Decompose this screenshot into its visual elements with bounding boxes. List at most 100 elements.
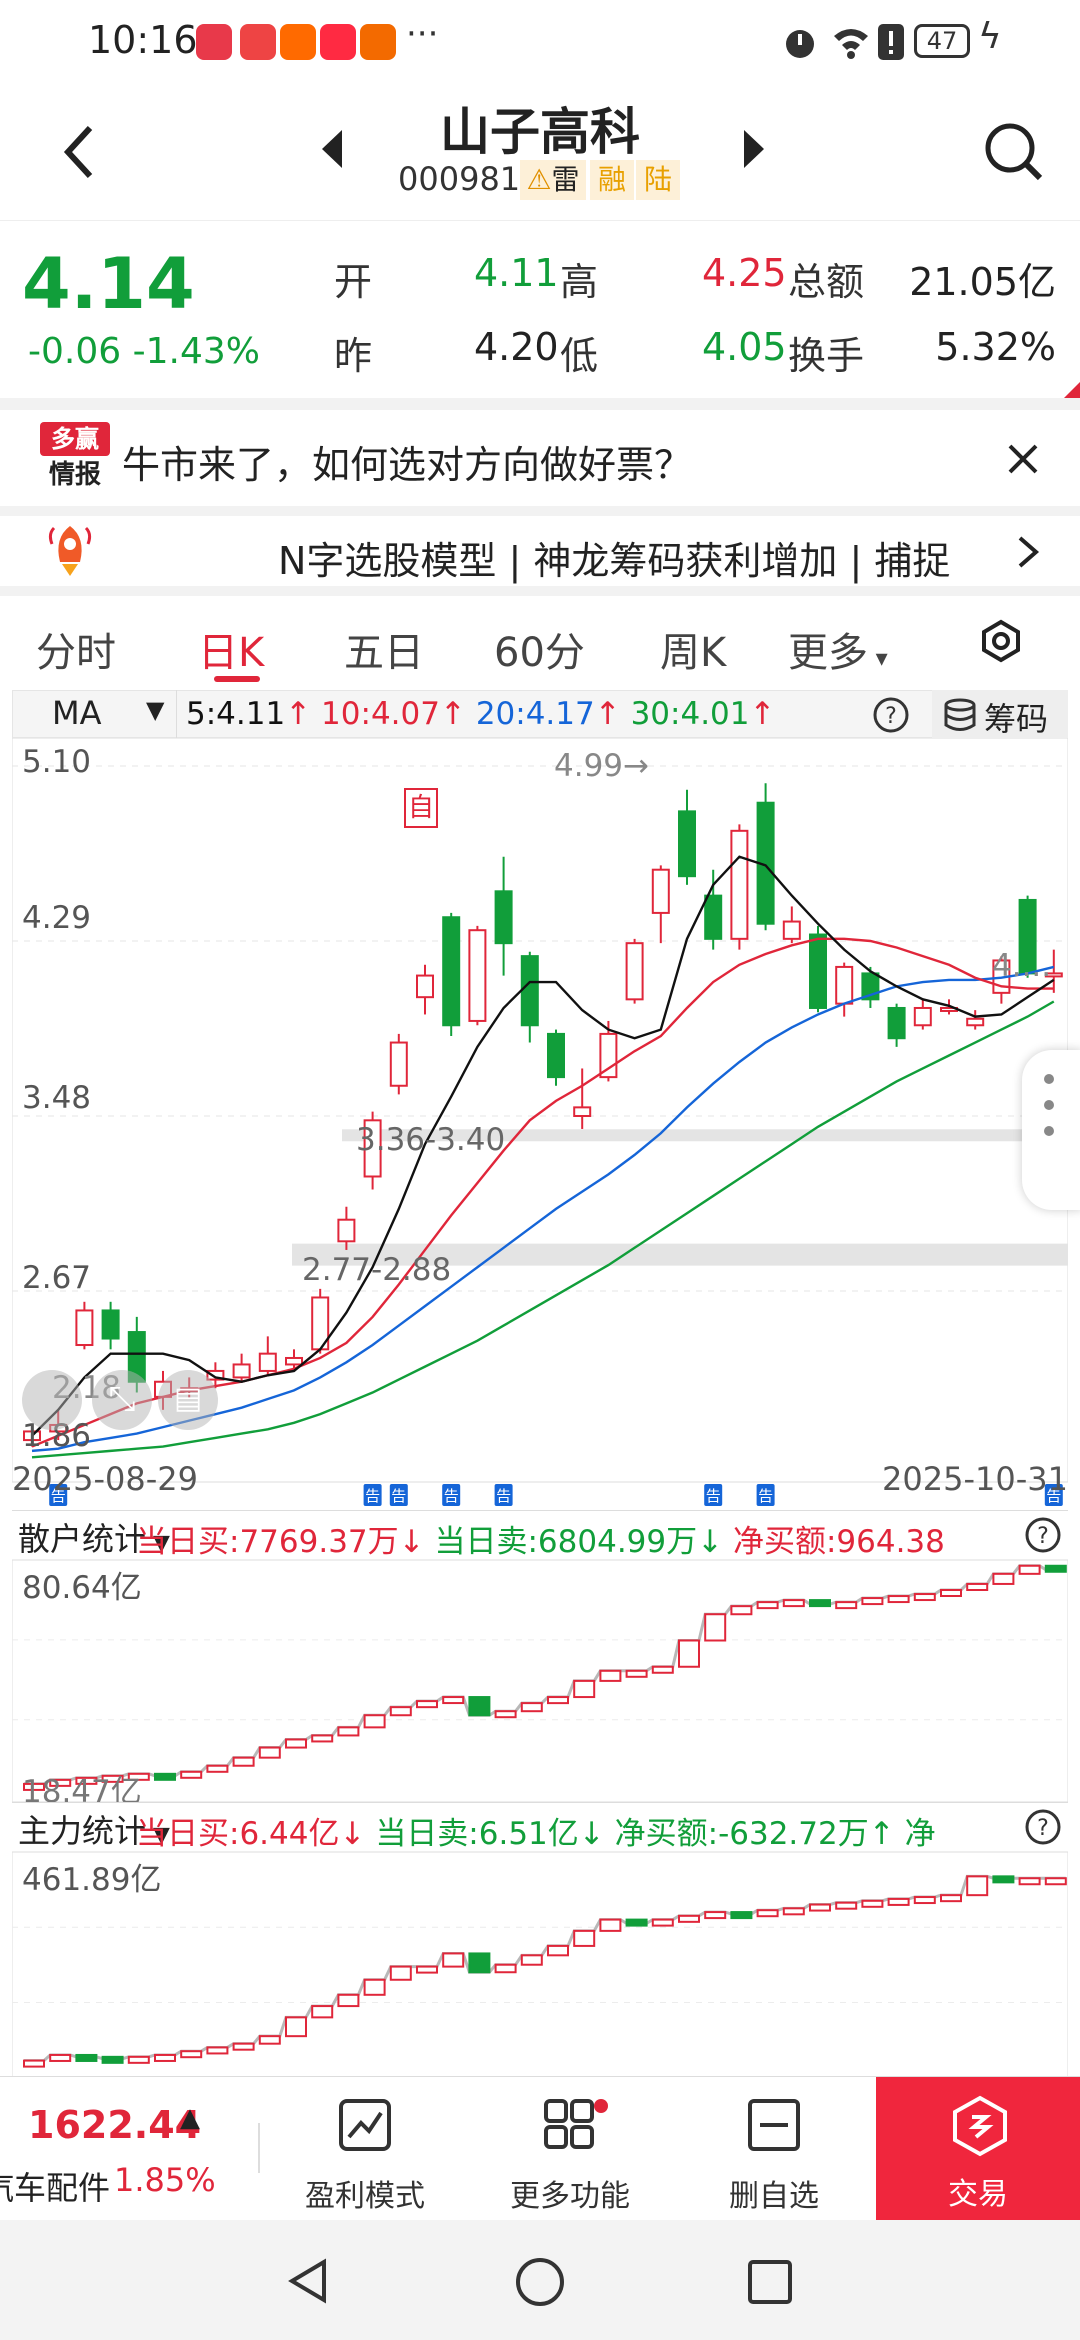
main-force-bar	[966, 1875, 989, 1897]
retail-bar	[494, 1710, 517, 1719]
trade-label: 交易	[948, 2177, 1008, 2212]
turnover-value: 5.32%	[935, 325, 1056, 369]
charging-icon: ϟ	[978, 16, 1002, 57]
close-icon[interactable]	[1006, 442, 1040, 476]
main-force-bar	[913, 1896, 936, 1905]
main-force-bar	[520, 1954, 543, 1966]
main-force-bar	[232, 2042, 255, 2051]
strategy-text[interactable]: N字选股模型 | 神龙筹码获利增加 | 捕捉	[278, 530, 988, 585]
search-icon[interactable]	[980, 118, 1046, 184]
candle-body	[416, 974, 434, 999]
promo-banner[interactable]: 多赢 情报 牛市来了，如何选对方向做好票？	[0, 410, 1080, 506]
chips-label[interactable]: 筹码	[984, 694, 1048, 740]
tab-daily-k[interactable]: 日K	[198, 620, 264, 678]
retail-bar	[730, 1605, 753, 1616]
retail-bar	[913, 1593, 936, 1602]
nav-recent-icon[interactable]	[746, 2258, 794, 2306]
profit-mode-label: 盈利模式	[305, 2179, 425, 2214]
tab-five-day[interactable]: 五日	[344, 620, 424, 678]
retail-bar	[599, 1669, 622, 1682]
up-arrow-icon: ▲	[180, 2103, 200, 2133]
notice-tag-label: 告	[444, 1487, 459, 1505]
banner-text[interactable]: 牛市来了，如何选对方向做好票？	[122, 434, 692, 489]
main-force-bar	[49, 2053, 72, 2062]
candle-body	[258, 1352, 277, 1372]
main-force-bar	[573, 1929, 596, 1947]
tab-60min[interactable]: 60分	[494, 620, 585, 678]
tag-connect[interactable]: 陆	[636, 160, 680, 200]
candle-body	[625, 942, 644, 1001]
candle-body	[442, 916, 461, 1027]
amount-label: 总额	[788, 260, 865, 304]
kline-chart-panel[interactable]: MA ▼ 5:4.11↑ 10:4.07↑ 20:4.17↑ 30:4.01↑ …	[12, 690, 1080, 2080]
tag-thunder[interactable]: ⚠雷	[520, 160, 586, 200]
main-force-bar	[337, 1993, 360, 2008]
y-label-max: 5.10	[22, 744, 92, 780]
low-value: 4.05	[702, 325, 787, 369]
help-icon[interactable]: ?	[872, 696, 910, 734]
self-select-marker[interactable]: 自	[404, 788, 438, 828]
profit-mode-button[interactable]: 盈利模式	[295, 2097, 435, 2215]
help-icon[interactable]: ?	[1024, 1516, 1062, 1554]
candle-body	[337, 1218, 356, 1243]
chevron-right-icon[interactable]	[1016, 534, 1040, 570]
app-notification-icon	[240, 24, 276, 60]
ma-select[interactable]: MA	[52, 694, 102, 732]
remove-watchlist-button[interactable]: 删自选	[704, 2097, 844, 2215]
more-features-button[interactable]: 更多功能	[500, 2097, 640, 2215]
main-force-bar	[468, 1952, 491, 1974]
candle-body	[232, 1363, 251, 1379]
candle-body	[599, 1032, 618, 1079]
remove-watchlist-label: 删自选	[729, 2179, 819, 2214]
tab-intraday[interactable]: 分时	[36, 620, 116, 678]
main-force-bar	[154, 2053, 176, 2062]
high-value: 4.25	[702, 251, 787, 295]
grid-icon	[544, 2099, 594, 2149]
retail-bar	[756, 1601, 779, 1610]
kline-frame	[12, 738, 1068, 1483]
retail-bar	[285, 1738, 307, 1749]
tab-weekly-k[interactable]: 周K	[660, 620, 726, 678]
retail-bar	[311, 1734, 334, 1743]
index-pct: 1.85%	[114, 2161, 216, 2199]
candle-body	[101, 1309, 120, 1340]
tag-margin[interactable]: 融	[590, 160, 634, 200]
chart-trend-icon	[339, 2099, 391, 2151]
quote-panel: 4.14 -0.06 -1.43% 开 4.11 高 4.25 总额 21.05…	[0, 220, 1080, 400]
battery-icon: 47	[914, 24, 970, 58]
main-force-bar	[258, 2035, 281, 2045]
alarm-icon	[786, 30, 814, 58]
main-force-bar	[625, 1918, 648, 1927]
main-force-bar	[23, 2059, 45, 2068]
nav-back-icon[interactable]	[284, 2256, 334, 2306]
price-change: -0.06 -1.43%	[28, 331, 260, 372]
gallery-icon[interactable]: ▤	[158, 1370, 218, 1430]
settings-hex-icon[interactable]	[978, 618, 1024, 664]
strategy-banner[interactable]: N字选股模型 | 神龙筹码获利增加 | 捕捉	[0, 516, 1080, 586]
main-force-bar	[547, 1944, 569, 1957]
fullscreen-icon[interactable]: ⤡	[92, 1370, 152, 1430]
minus-square-icon	[748, 2099, 800, 2151]
main-force-bar	[704, 1911, 727, 1920]
dropdown-icon[interactable]: ▼	[146, 696, 164, 724]
next-stock-icon[interactable]	[738, 124, 770, 174]
retail-bar	[704, 1613, 727, 1642]
index-value[interactable]: 1622.44	[28, 2103, 201, 2147]
notice-tag-label: 告	[706, 1487, 721, 1505]
candle-body	[573, 1106, 592, 1118]
tab-more[interactable]: 更多 ▾	[788, 620, 888, 678]
retail-bar	[206, 1764, 229, 1773]
more-notifications-icon: ···	[406, 14, 439, 54]
retail-bar	[651, 1665, 674, 1674]
main-force-bar	[127, 2055, 150, 2064]
main-force-bar	[494, 1963, 517, 1974]
retail-bar	[232, 1756, 255, 1767]
trade-button[interactable]: 交易	[876, 2077, 1080, 2221]
open-label: 开	[334, 260, 373, 304]
candle-body	[389, 1041, 408, 1087]
collapse-button[interactable]	[22, 1370, 82, 1430]
retail-bar	[835, 1601, 858, 1610]
nav-home-icon[interactable]	[514, 2256, 566, 2308]
index-name[interactable]: 汽车配件	[0, 2163, 110, 2209]
help-icon[interactable]: ?	[1024, 1808, 1062, 1846]
